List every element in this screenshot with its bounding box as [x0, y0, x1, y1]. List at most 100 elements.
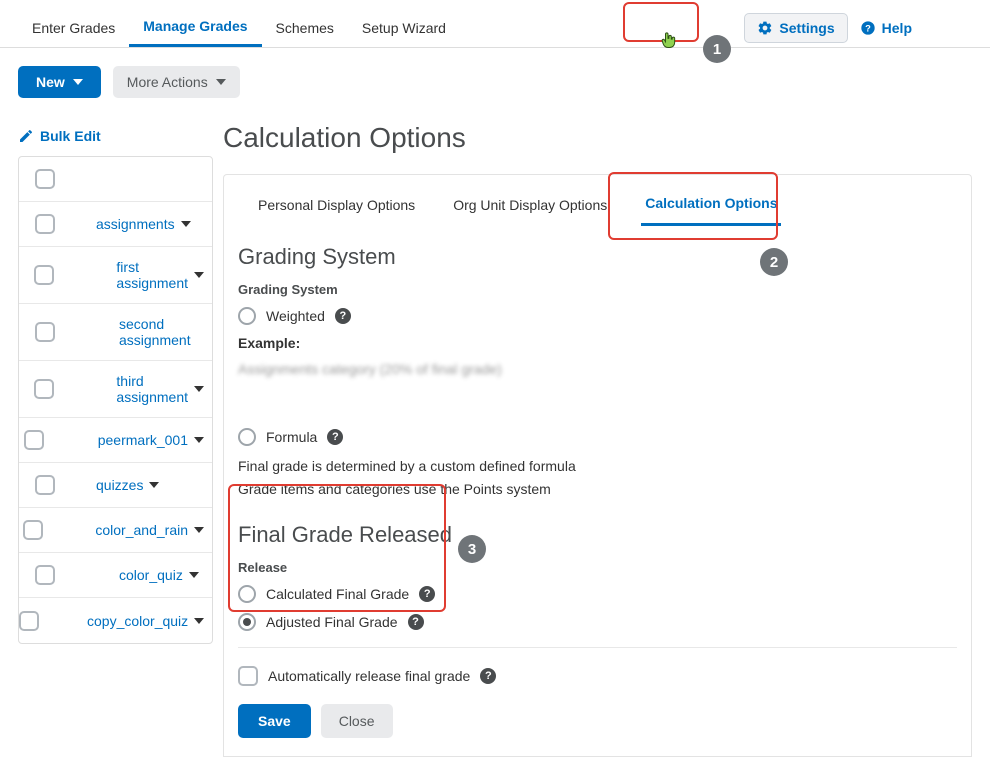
grading-system-sub: Grading System: [238, 282, 957, 297]
row-checkbox[interactable]: [35, 565, 55, 585]
tab-schemes[interactable]: Schemes: [262, 10, 348, 46]
help-icon[interactable]: ?: [327, 429, 343, 445]
more-actions-button[interactable]: More Actions: [113, 66, 240, 98]
grade-item-link[interactable]: assignments: [71, 204, 212, 244]
top-nav: Enter Grades Manage Grades Schemes Setup…: [0, 0, 990, 48]
example-text-blurred: Assignments category (20% of final grade…: [238, 359, 957, 380]
checkbox-cell: [19, 599, 39, 643]
help-icon: ?: [860, 20, 876, 36]
weighted-option-row: Weighted ?: [238, 307, 957, 325]
button-row: Save Close: [238, 704, 957, 738]
grade-item-link[interactable]: quizzes: [71, 465, 212, 505]
grade-item-label: assignments: [96, 216, 175, 232]
grade-item-link[interactable]: first assignment: [68, 247, 212, 303]
auto-release-checkbox[interactable]: [238, 666, 258, 686]
release-sub: Release: [238, 560, 957, 575]
tab-setup-wizard[interactable]: Setup Wizard: [348, 10, 460, 46]
tab-calculation-options[interactable]: Calculation Options: [641, 185, 781, 226]
action-row: New More Actions: [0, 48, 990, 116]
adjusted-option-row: Adjusted Final Grade ?: [238, 613, 957, 631]
annotation-badge-3: 3: [458, 535, 486, 563]
svg-text:?: ?: [865, 23, 871, 33]
row-checkbox[interactable]: [35, 214, 55, 234]
table-row: quizzes: [19, 463, 212, 508]
grade-item-link[interactable]: copy_color_quiz: [39, 601, 212, 641]
row-checkbox[interactable]: [19, 611, 39, 631]
gear-icon: [757, 20, 773, 36]
save-button[interactable]: Save: [238, 704, 311, 738]
row-checkbox[interactable]: [35, 169, 55, 189]
more-actions-label: More Actions: [127, 74, 208, 90]
help-icon[interactable]: ?: [335, 308, 351, 324]
grade-item-link[interactable]: third assignment: [68, 361, 212, 417]
grade-item-label: second assignment: [119, 316, 204, 348]
grade-item-link[interactable]: second assignment: [71, 304, 212, 360]
grade-item-label: quizzes: [96, 477, 143, 493]
checkbox-cell: [19, 157, 71, 201]
grade-item-link[interactable]: color_quiz: [71, 555, 212, 595]
grade-item-link[interactable]: color_and_rain: [47, 510, 212, 550]
formula-desc-1: Final grade is determined by a custom de…: [238, 456, 957, 477]
chevron-down-icon: [194, 386, 204, 392]
adjusted-final-grade-radio[interactable]: [238, 613, 256, 631]
row-checkbox[interactable]: [35, 322, 55, 342]
new-label: New: [36, 74, 65, 90]
close-button[interactable]: Close: [321, 704, 393, 738]
page-title: Calculation Options: [223, 116, 972, 154]
cursor-hand-icon: [658, 28, 678, 52]
grade-item-link[interactable]: peermark_001: [50, 420, 212, 460]
auto-release-label: Automatically release final grade: [268, 668, 470, 684]
checkbox-cell: [19, 253, 68, 297]
chevron-down-icon: [194, 437, 204, 443]
grade-item-label: color_and_rain: [95, 522, 188, 538]
grade-item-label: first assignment: [116, 259, 188, 291]
row-checkbox[interactable]: [23, 520, 43, 540]
calculated-final-grade-radio[interactable]: [238, 585, 256, 603]
table-row: [19, 157, 212, 202]
tab-org-unit-display-options[interactable]: Org Unit Display Options: [449, 187, 611, 225]
row-checkbox[interactable]: [35, 475, 55, 495]
calculated-option-row: Calculated Final Grade ?: [238, 585, 957, 603]
formula-option-row: Formula ?: [238, 428, 957, 446]
formula-radio[interactable]: [238, 428, 256, 446]
table-row: second assignment: [19, 304, 212, 361]
settings-sub-tabs: Personal Display Options Org Unit Displa…: [223, 174, 972, 226]
help-icon[interactable]: ?: [480, 668, 496, 684]
formula-label: Formula: [266, 429, 317, 445]
bulk-edit-button[interactable]: Bulk Edit: [18, 116, 213, 156]
chevron-down-icon: [194, 272, 204, 278]
table-row: first assignment: [19, 247, 212, 304]
help-icon[interactable]: ?: [408, 614, 424, 630]
help-label: Help: [882, 20, 912, 36]
grade-item-label: copy_color_quiz: [87, 613, 188, 629]
new-button[interactable]: New: [18, 66, 101, 98]
help-icon[interactable]: ?: [419, 586, 435, 602]
tab-personal-display-options[interactable]: Personal Display Options: [254, 187, 419, 225]
help-button[interactable]: ? Help: [860, 20, 912, 36]
row-checkbox[interactable]: [24, 430, 44, 450]
row-checkbox[interactable]: [34, 265, 54, 285]
chevron-down-icon: [189, 572, 199, 578]
grade-item-label: peermark_001: [98, 432, 188, 448]
settings-button[interactable]: Settings: [744, 13, 847, 43]
chevron-down-icon: [149, 482, 159, 488]
nav-right-group: Settings ? Help: [744, 13, 972, 43]
row-checkbox[interactable]: [34, 379, 54, 399]
final-grade-released-heading: Final Grade Released: [238, 522, 957, 548]
adjusted-label: Adjusted Final Grade: [266, 614, 398, 630]
grade-item-label: color_quiz: [119, 567, 183, 583]
options-panel: Grading System Grading System Weighted ?…: [223, 226, 972, 757]
annotation-badge-2: 2: [760, 248, 788, 276]
divider: [238, 647, 957, 648]
edit-icon: [18, 128, 34, 144]
calculated-label: Calculated Final Grade: [266, 586, 409, 602]
weighted-label: Weighted: [266, 308, 325, 324]
weighted-radio[interactable]: [238, 307, 256, 325]
checkbox-cell: [19, 310, 71, 354]
table-row: assignments: [19, 202, 212, 247]
tab-enter-grades[interactable]: Enter Grades: [18, 10, 129, 46]
checkbox-cell: [19, 508, 47, 552]
grading-system-heading: Grading System: [238, 244, 957, 270]
tab-manage-grades[interactable]: Manage Grades: [129, 8, 261, 47]
checkbox-cell: [19, 553, 71, 597]
